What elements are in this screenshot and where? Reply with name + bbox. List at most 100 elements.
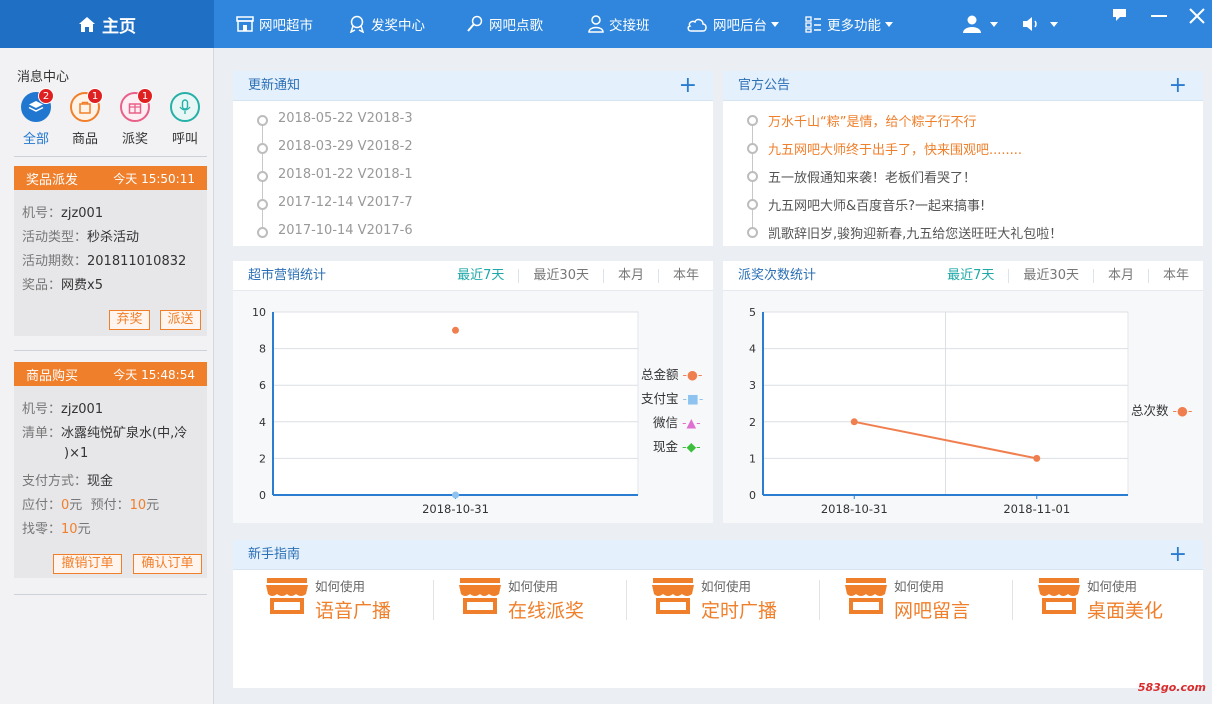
notice-text: 凯歌辞旧岁,骏狗迎新春,九五给您送旺旺大礼包啦！ xyxy=(768,227,1063,242)
confirm-order-button[interactable]: 确认订单 xyxy=(133,554,202,574)
y-tick-label: 0 xyxy=(749,489,756,502)
panel-header: 超市营销统计 最近7天 最近30天 本月 本年 xyxy=(233,261,713,291)
guide-item[interactable]: 如何使用 网吧留言 xyxy=(844,576,994,626)
abandon-prize-button[interactable]: 弃奖 xyxy=(109,310,150,330)
legend-item[interactable]: 支付宝 -■- xyxy=(641,388,703,407)
plot-area xyxy=(272,311,639,496)
beginner-guide-panel: 新手指南 + 如何使用 语音广播 如何使用 在线派奖 如何使用 定时广播 如何使用 网吧留言如… xyxy=(233,540,1203,688)
grid-list-icon xyxy=(805,15,821,33)
legend-item[interactable]: 现金 -◆- xyxy=(653,436,701,455)
info-row: 找零：10元 xyxy=(22,518,91,537)
legend-item[interactable]: 微信 -▲- xyxy=(653,412,701,431)
info-row: 支付方式：现金 xyxy=(22,470,113,489)
data-point xyxy=(452,326,459,334)
guide-item[interactable]: 如何使用 定时广播 xyxy=(651,576,801,626)
badge-count: 1 xyxy=(87,88,103,104)
category-label: 派奖 xyxy=(121,132,148,147)
home-tab[interactable]: 主页 xyxy=(0,0,214,48)
legend-item[interactable]: 总金额 -●- xyxy=(641,364,702,383)
row-value: 冰露纯悦矿泉水(中,冷 xyxy=(61,426,188,441)
row-key: 奖品： xyxy=(22,278,62,293)
info-row: 奖品：网费x5 xyxy=(22,274,103,293)
tab-last-30-days[interactable]: 最近30天 xyxy=(1008,269,1093,283)
nav-shift-handover[interactable]: 交接班 xyxy=(588,0,650,48)
tab-this-year[interactable]: 本年 xyxy=(1147,269,1203,283)
cancel-order-button[interactable]: 撤销订单 xyxy=(53,554,122,574)
send-prize-button[interactable]: 派送 xyxy=(160,310,201,330)
plus-icon[interactable]: + xyxy=(679,70,697,102)
nav-song-request[interactable]: 网吧点歌 xyxy=(466,0,543,48)
volume-menu[interactable] xyxy=(1021,0,1058,48)
info-row: 应付：0元 预付：10元 xyxy=(22,494,159,513)
speaker-icon xyxy=(1023,17,1037,31)
row-value: 秒杀活动 xyxy=(87,230,140,245)
chevron-down-icon xyxy=(1050,21,1058,27)
divider xyxy=(14,350,207,351)
nav-supermarket[interactable]: 网吧超市 xyxy=(236,0,313,48)
row-value: zjz001 xyxy=(61,206,104,221)
legend-marker-icon: -■- xyxy=(682,391,704,406)
plus-icon[interactable]: + xyxy=(1169,70,1187,102)
account-menu[interactable] xyxy=(963,0,998,48)
goods-purchase-card: 商品购买 今天 15:48:54 机号：zjz001 清单：冰露纯悦矿泉水(中,… xyxy=(14,362,207,578)
guide-item[interactable]: 如何使用 语音广播 xyxy=(265,576,415,626)
card-title: 商品购买 xyxy=(26,368,79,384)
chevron-down-icon xyxy=(885,21,893,27)
period-tabs: 最近7天 最近30天 本月 本年 xyxy=(933,261,1203,291)
row-key: 支付方式： xyxy=(22,474,88,489)
nav-more-functions-dropdown[interactable]: 更多功能 xyxy=(805,0,893,48)
guide-title: 在线派奖 xyxy=(508,600,585,622)
tab-this-year[interactable]: 本年 xyxy=(657,269,713,283)
panel-header: 新手指南 + xyxy=(233,540,1203,570)
tab-last-7-days[interactable]: 最近7天 xyxy=(443,269,518,283)
row-value: 现金 xyxy=(87,474,114,489)
nav-label: 更多功能 xyxy=(827,18,881,34)
close-icon[interactable] xyxy=(1189,8,1205,24)
panel-title: 超市营销统计 xyxy=(248,268,327,283)
guide-item[interactable]: 如何使用 在线派奖 xyxy=(458,576,608,626)
shop-awning-icon xyxy=(1038,578,1080,614)
category-prize[interactable]: 1 派奖 xyxy=(116,88,154,147)
notice-text: 九五网吧大师&百度音乐?一起来搞事! xyxy=(768,199,986,214)
tab-this-month[interactable]: 本月 xyxy=(1092,269,1148,283)
legend-marker-icon: -◆- xyxy=(682,439,701,454)
home-label: 主页 xyxy=(102,16,136,37)
legend-label: 总次数 xyxy=(1131,403,1169,418)
card-time: 今天 15:50:11 xyxy=(113,171,195,186)
data-point xyxy=(850,418,858,426)
notice-text: 五一放假通知来袭！老板们看哭了！ xyxy=(768,171,977,186)
divider xyxy=(819,580,820,620)
nav-backend-dropdown[interactable]: 网吧后台 xyxy=(686,0,779,48)
y-tick-label: 10 xyxy=(252,306,266,319)
nav-label: 交接班 xyxy=(609,18,650,34)
nav-award-center[interactable]: 发奖中心 xyxy=(348,0,425,48)
guide-item[interactable]: 如何使用 桌面美化 xyxy=(1037,576,1187,626)
tab-last-30-days[interactable]: 最近30天 xyxy=(518,269,603,283)
row-key: 找零： xyxy=(22,522,62,537)
y-tick-label: 0 xyxy=(259,489,266,502)
divider xyxy=(433,580,434,620)
row-value: 201811010832 xyxy=(87,254,187,269)
notice-text: 万水千山“粽”是情，给个粽子行不行 xyxy=(768,115,977,130)
y-tick-label: 2 xyxy=(259,452,266,465)
tab-this-month[interactable]: 本月 xyxy=(602,269,658,283)
card-header: 奖品派发 今天 15:50:11 xyxy=(14,166,207,190)
update-text: 2017-10-14 V2017-6 xyxy=(278,223,413,238)
category-goods[interactable]: 1 商品 xyxy=(66,88,104,147)
legend-item[interactable]: 总次数 -●- xyxy=(1131,400,1192,419)
plus-icon[interactable]: + xyxy=(1169,539,1187,571)
chevron-down-icon xyxy=(990,21,998,27)
nav-label: 网吧点歌 xyxy=(489,18,543,34)
tab-last-7-days[interactable]: 最近7天 xyxy=(933,269,1008,283)
category-all[interactable]: 2 全部 xyxy=(17,88,55,147)
prize-dispatch-card: 奖品派发 今天 15:50:11 机号：zjz001 活动类型：秒杀活动 活动期… xyxy=(14,166,207,336)
legend-label: 微信 xyxy=(653,415,679,430)
update-text: 2017-12-14 V2017-7 xyxy=(278,195,413,210)
account-icon xyxy=(963,15,981,33)
minimize-icon[interactable] xyxy=(1151,14,1167,18)
category-call[interactable]: 呼叫 xyxy=(166,92,204,147)
panel-title: 派奖次数统计 xyxy=(738,268,817,283)
update-text: 2018-01-22 V2018-1 xyxy=(278,167,413,182)
row-value: zjz001 xyxy=(61,402,104,417)
feedback-icon[interactable] xyxy=(1112,8,1128,22)
